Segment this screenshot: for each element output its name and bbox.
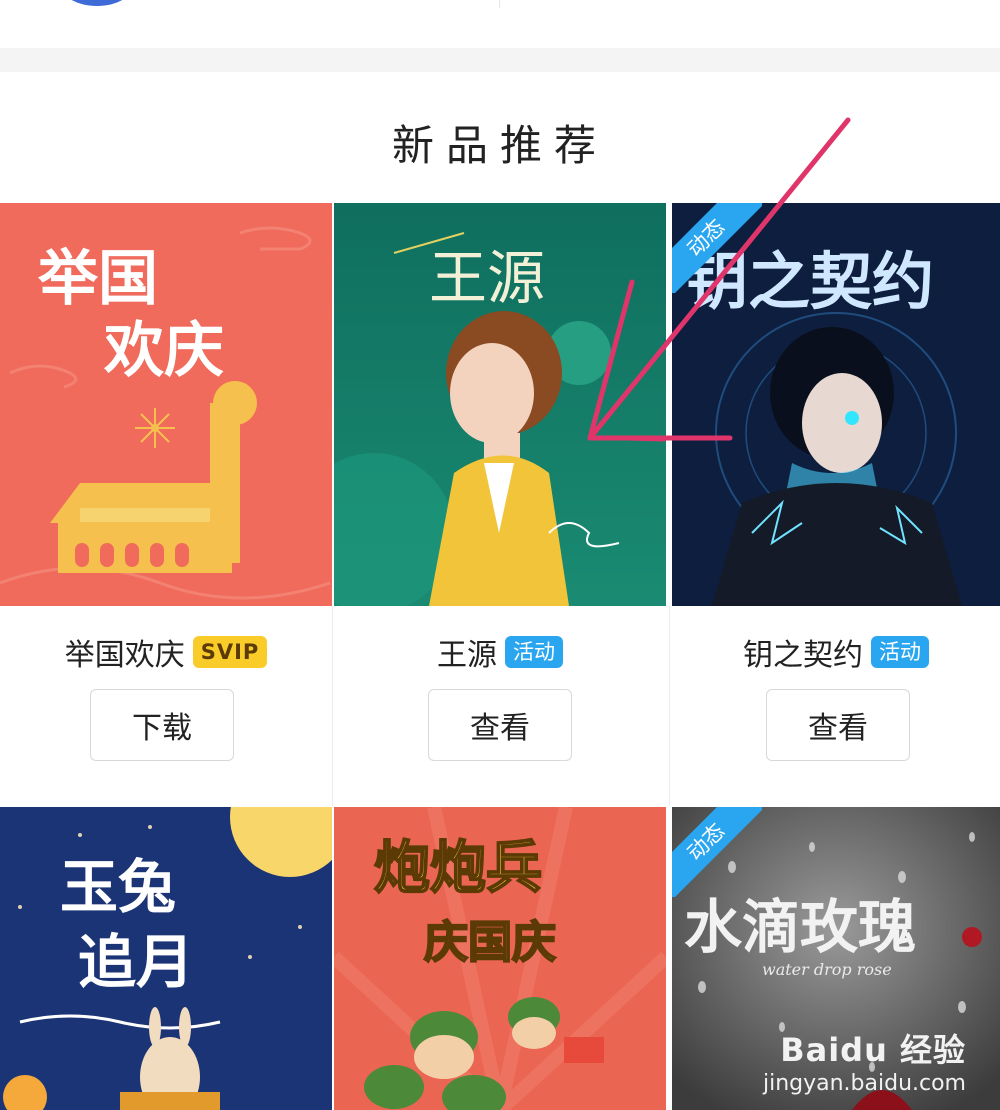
view-button[interactable]: 查看	[766, 689, 910, 761]
svg-text:欢庆: 欢庆	[103, 316, 224, 386]
view-button[interactable]: 查看	[428, 689, 572, 761]
product-name-row: 王源 活动	[334, 627, 666, 677]
dynamic-corner-tag: 动态	[672, 203, 762, 293]
svg-text:庆国庆: 庆国庆	[424, 917, 556, 968]
svg-text:water drop rose: water drop rose	[762, 960, 892, 979]
product-name-row: 举国欢庆 SVIP	[0, 627, 332, 677]
column-divider	[332, 606, 333, 806]
activity-badge: 活动	[871, 636, 929, 668]
art-title: 水滴玫瑰	[684, 893, 916, 961]
product-thumbnail[interactable]: 玉兔 追月	[0, 807, 332, 1110]
dynamic-corner-tag: 动态	[672, 807, 762, 897]
svip-badge: SVIP	[192, 636, 268, 668]
download-button[interactable]: 下载	[90, 689, 234, 761]
avatar[interactable]	[58, 0, 136, 6]
svg-text:追月: 追月	[78, 928, 194, 996]
watermark-logo: Baidu 经验	[780, 1031, 966, 1069]
divider	[499, 0, 500, 8]
art-title: 王源	[429, 244, 545, 312]
product-name: 举国欢庆	[64, 638, 185, 673]
activity-badge: 活动	[505, 636, 563, 668]
product-thumbnail[interactable]: 举国 欢庆	[0, 203, 332, 606]
section-gap	[0, 48, 1000, 72]
top-bar	[0, 0, 1000, 48]
art-title: 炮炮兵	[374, 836, 542, 901]
art-title: 玉兔	[60, 853, 176, 921]
product-name: 钥之契约	[743, 638, 863, 673]
baidu-watermark: Baidu 经验 jingyan.baidu.com	[763, 1025, 966, 1096]
column-divider	[669, 606, 670, 806]
product-thumbnail[interactable]: 炮炮兵 庆国庆	[334, 807, 666, 1110]
section-title: 新品推荐	[391, 121, 608, 170]
watermark-url: jingyan.baidu.com	[762, 1071, 966, 1096]
art-title: 举国	[37, 244, 158, 314]
product-name: 王源	[437, 638, 497, 673]
product-thumbnail[interactable]: 王源	[334, 203, 666, 606]
product-name-row: 钥之契约 活动	[672, 627, 1000, 677]
